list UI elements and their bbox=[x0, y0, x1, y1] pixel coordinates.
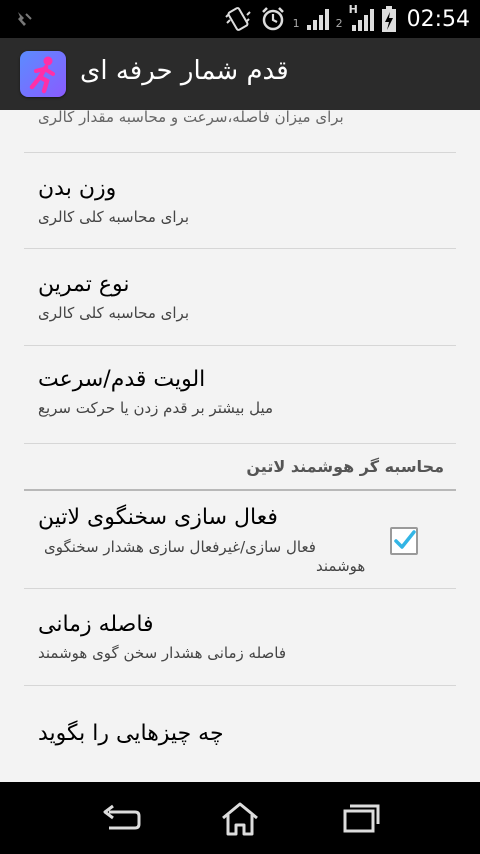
preferences-list[interactable]: برای میزان فاصله،سرعت و محاسبه مقدار کال… bbox=[0, 110, 480, 782]
navigation-bar bbox=[0, 782, 480, 854]
signal-sim2-wrapper: H bbox=[349, 3, 375, 32]
category-label: محاسبه گر هوشمند لاتین bbox=[246, 457, 444, 476]
alarm-icon bbox=[261, 7, 284, 31]
preference-summary: فاصله زمانی هشدار سخن گوی هوشمند bbox=[38, 644, 287, 662]
preference-title: فاصله زمانی bbox=[38, 612, 154, 637]
vibrate-icon bbox=[224, 7, 251, 31]
preference-summary: برای محاسبه کلی کالری bbox=[38, 304, 189, 322]
status-bar: 1 2 H 02:54 bbox=[0, 0, 480, 38]
signal-sim2-icon bbox=[351, 9, 374, 31]
preference-title: نوع تمرین bbox=[38, 272, 130, 297]
recent-apps-icon[interactable] bbox=[335, 798, 385, 838]
preference-summary: برای میزان فاصله،سرعت و محاسبه مقدار کال… bbox=[38, 110, 344, 126]
status-icons: 1 2 H 02:54 bbox=[223, 3, 470, 34]
preference-item-time-interval[interactable]: فاصله زمانی فاصله زمانی هشدار سخن گوی هو… bbox=[24, 588, 456, 686]
sim2-label: 2 bbox=[335, 17, 343, 30]
preference-summary: برای محاسبه کلی کالری bbox=[38, 208, 189, 226]
app-title: قدم شمار حرفه ای bbox=[80, 56, 289, 86]
preference-item-partial[interactable]: برای میزان فاصله،سرعت و محاسبه مقدار کال… bbox=[24, 110, 456, 153]
clock: 02:54 bbox=[406, 6, 470, 32]
preference-title: الویت قدم/سرعت bbox=[38, 367, 206, 392]
preference-title: وزن بدن bbox=[38, 176, 117, 201]
preference-summary: میل بیشتر بر قدم زدن یا حرکت سریع bbox=[38, 399, 274, 417]
sim1-label: 1 bbox=[292, 17, 300, 30]
preference-item-body-weight[interactable]: وزن بدن برای محاسبه کلی کالری bbox=[24, 152, 456, 249]
preference-title: چه چیزهایی را بگوید bbox=[38, 721, 224, 746]
battery-charging-icon bbox=[381, 6, 396, 32]
runner-figure-icon bbox=[29, 56, 55, 94]
signal-sim1-icon bbox=[306, 9, 329, 30]
preference-item-step-speed-priority[interactable]: الویت قدم/سرعت میل بیشتر بر قدم زدن یا ح… bbox=[24, 345, 456, 444]
preference-item-enable-speaker[interactable]: فعال سازی سخنگوی لاتین فعال سازی/غیرفعال… bbox=[24, 491, 456, 589]
back-icon[interactable] bbox=[95, 798, 145, 838]
preference-item-exercise-type[interactable]: نوع تمرین برای محاسبه کلی کالری bbox=[24, 248, 456, 346]
enable-speaker-checkbox[interactable] bbox=[390, 527, 418, 555]
category-smart-calculator: محاسبه گر هوشمند لاتین bbox=[24, 453, 456, 491]
preference-summary-line2: هوشمند bbox=[316, 557, 366, 575]
home-icon[interactable] bbox=[215, 798, 265, 838]
preference-summary-line1: فعال سازی/غیرفعال سازی هشدار سخنگوی bbox=[44, 538, 316, 556]
runner-app-icon[interactable] bbox=[20, 51, 66, 97]
preference-title: فعال سازی سخنگوی لاتین bbox=[38, 505, 278, 530]
preference-item-what-to-say[interactable]: چه چیزهایی را بگوید bbox=[24, 685, 456, 782]
notification-icon bbox=[18, 12, 32, 26]
action-bar: قدم شمار حرفه ای bbox=[0, 38, 480, 111]
checkmark-icon bbox=[394, 530, 416, 549]
